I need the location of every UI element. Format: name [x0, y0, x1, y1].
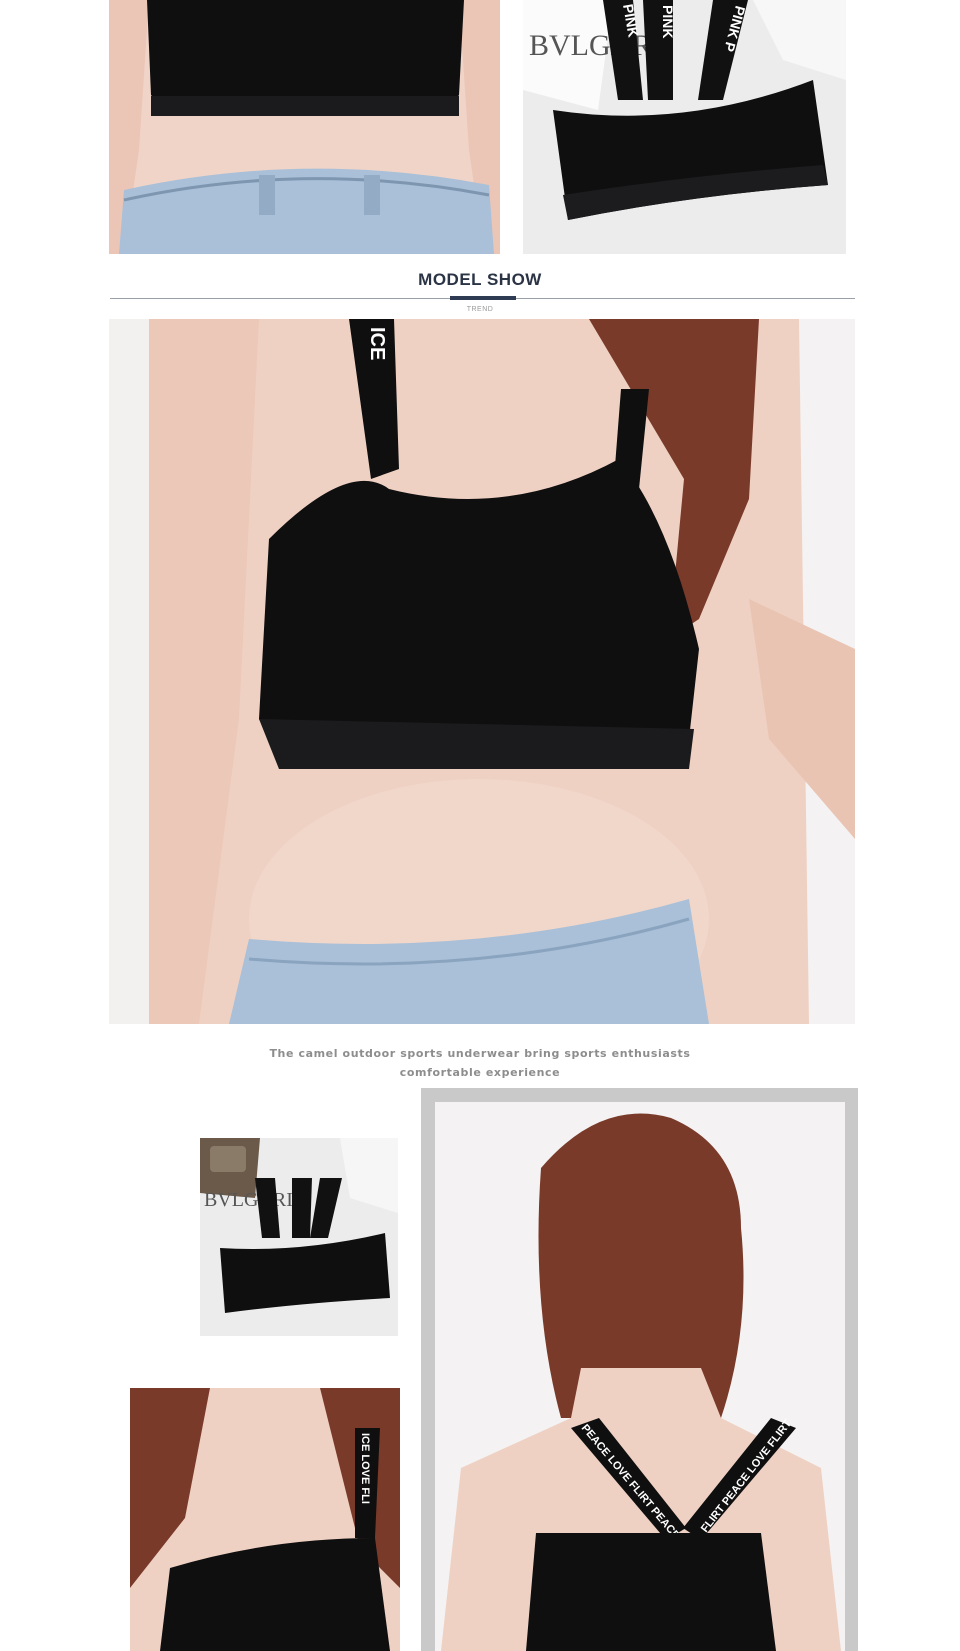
section-title: MODEL SHOW — [418, 270, 542, 289]
photo-small-front: ICE LOVE FLI — [130, 1388, 400, 1651]
photo-small-flatlay: BVLGARI — [200, 1138, 398, 1336]
section-accent-bar — [450, 296, 516, 300]
photo-main-front: ICE — [109, 319, 855, 1024]
small-bvlgari-text: BVLGARI — [204, 1189, 293, 1211]
photo-top-right-flatlay: BVLGARI PINK PINK PINK P — [523, 0, 846, 254]
strap-ice-love: ICE LOVE FLI — [359, 1433, 371, 1504]
bvlgari-text: BVLGARI — [529, 29, 662, 62]
section-subtitle: TREND — [466, 306, 494, 313]
caption-line-2: comfortable experience — [399, 1066, 561, 1079]
photo-top-left-back — [109, 0, 500, 254]
strap-ice: ICE — [366, 327, 388, 360]
strap-pink-b: PINK — [660, 5, 676, 38]
photo-large-back: PEACE LOVE FLIRT PEACE FLIRT PEACE LOVE … — [421, 1088, 858, 1651]
caption-line-1: The camel outdoor sports underwear bring… — [269, 1047, 691, 1060]
caption: The camel outdoor sports underwear bring… — [0, 1044, 960, 1082]
